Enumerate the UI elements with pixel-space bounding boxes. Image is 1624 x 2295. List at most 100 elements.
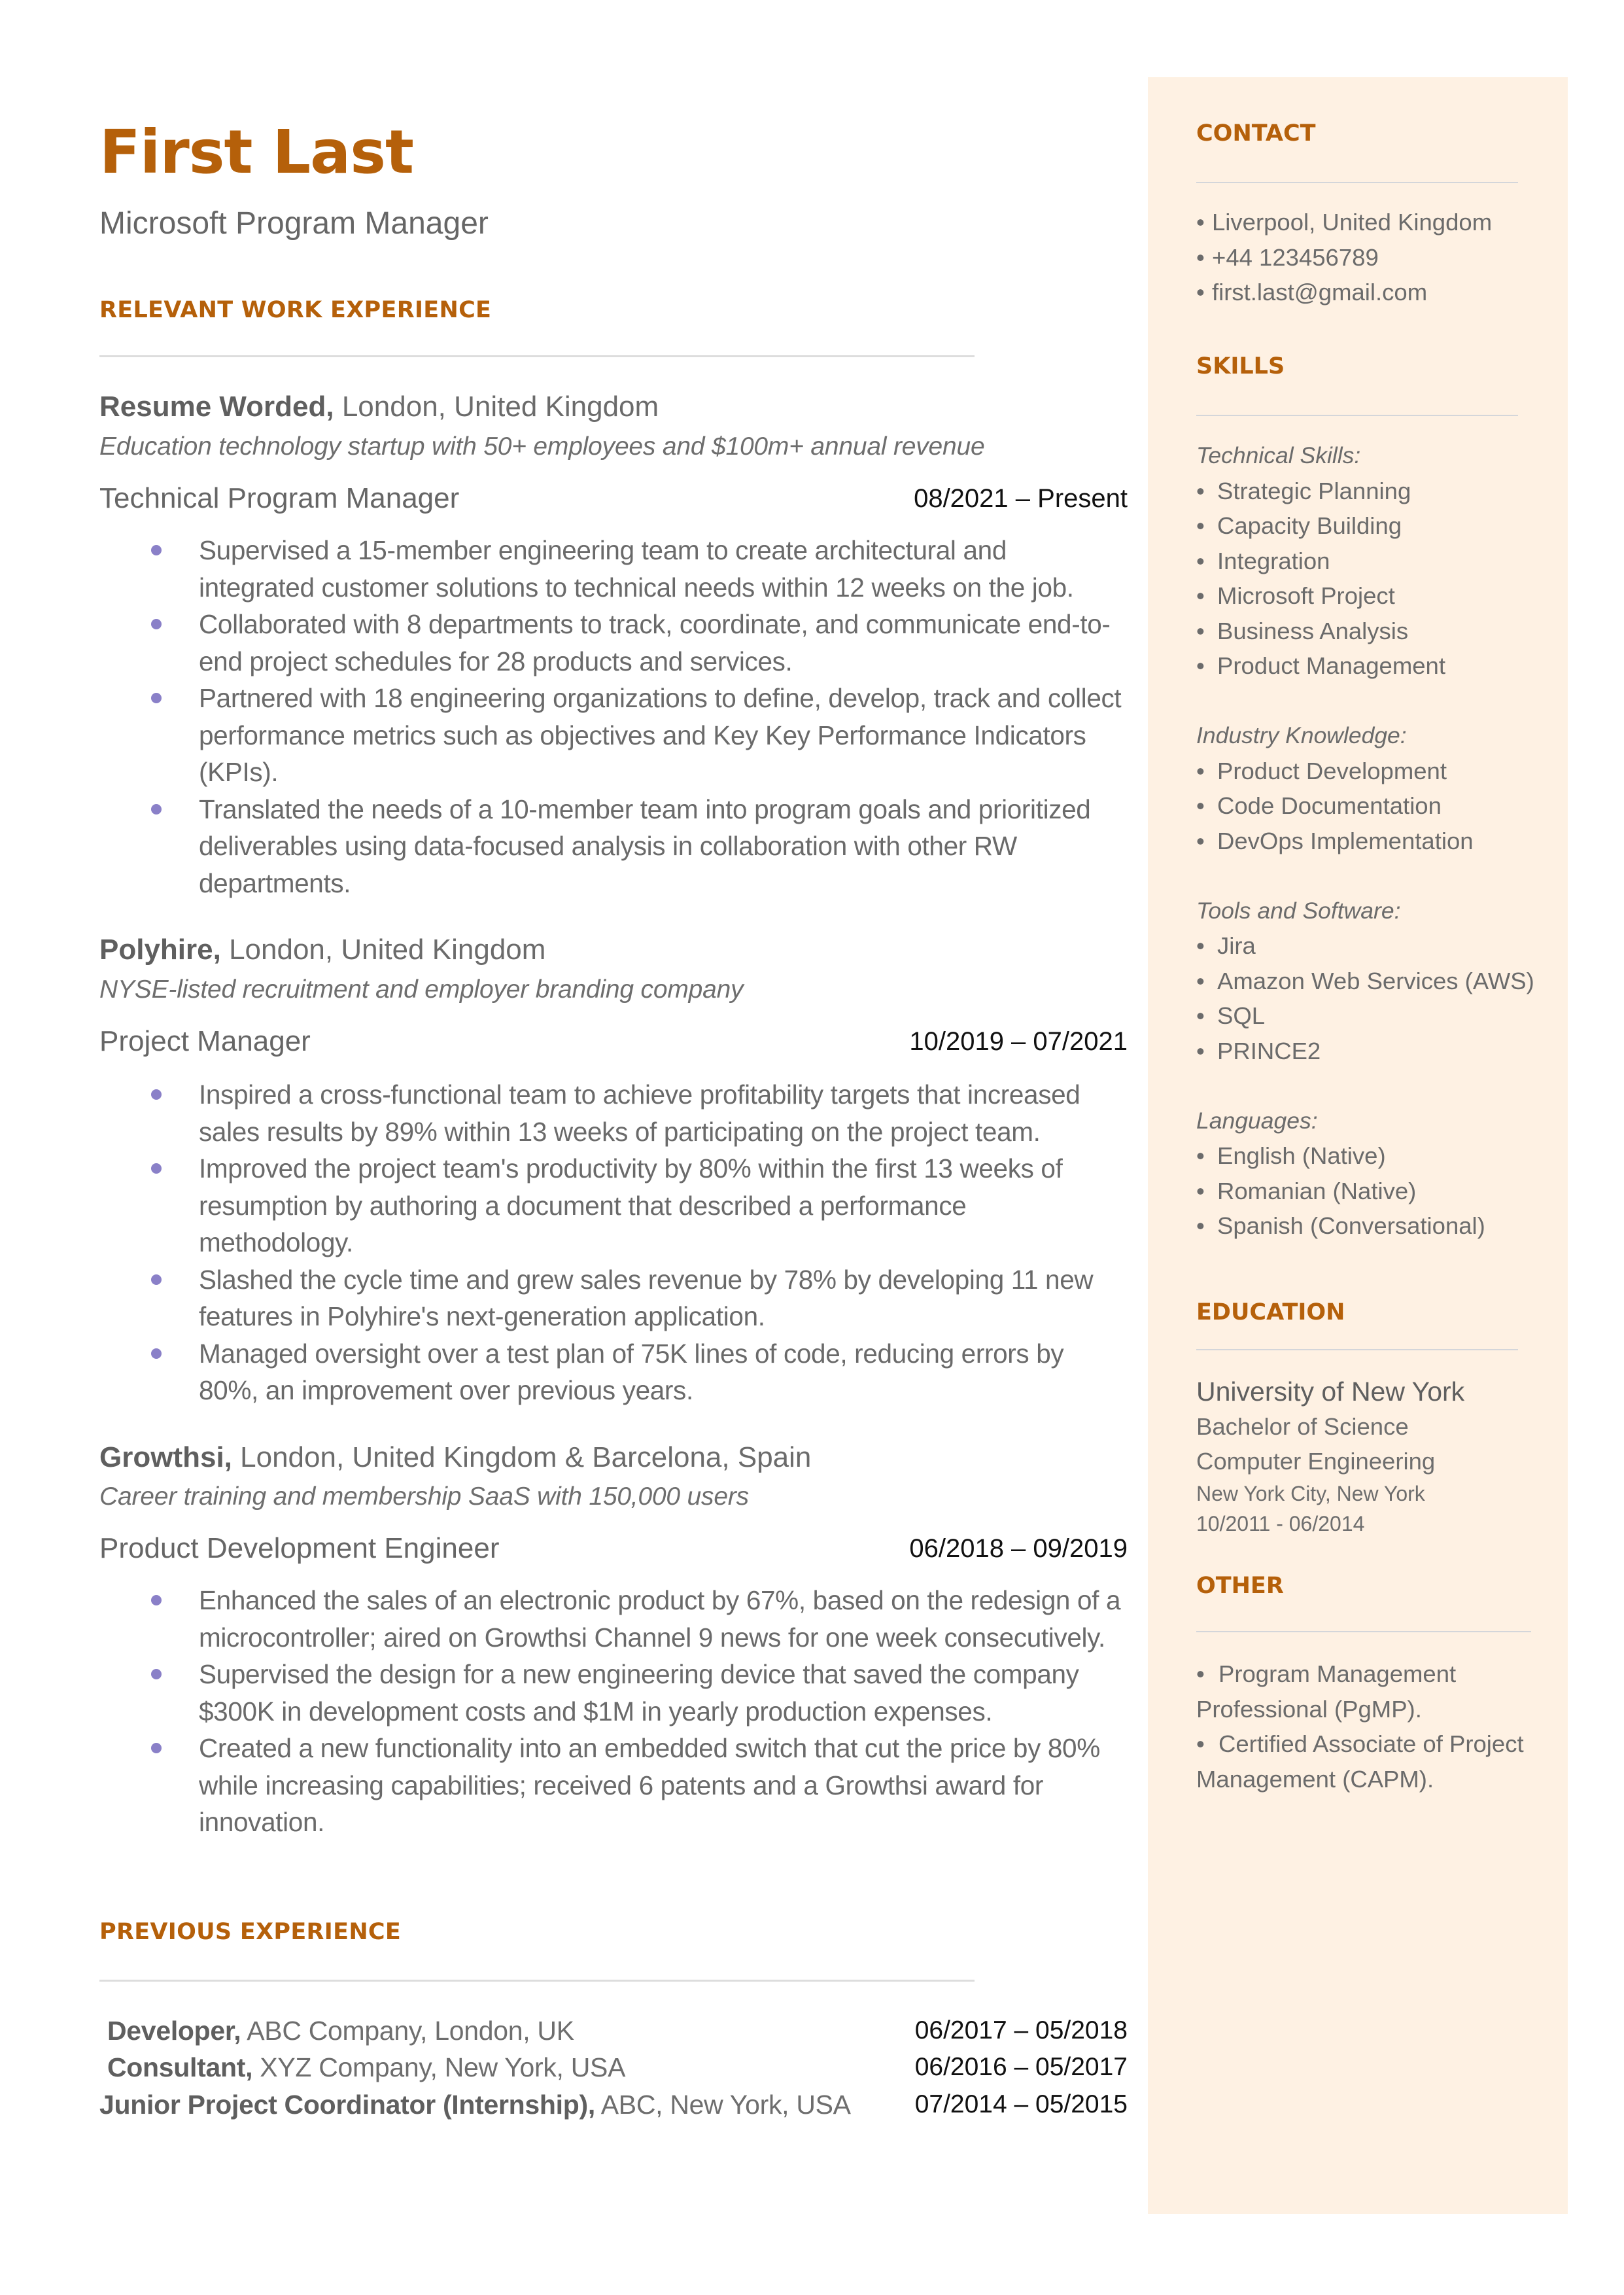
achievement-item: Translated the needs of a 10-member team… — [99, 791, 1128, 902]
skill-item: • SQL — [1196, 998, 1563, 1034]
bullet-icon: • — [1196, 757, 1205, 784]
role-title: Project Manager — [99, 1025, 311, 1057]
bullet-dot-icon — [151, 1743, 162, 1753]
skill-item: • Amazon Web Services (AWS) — [1196, 964, 1563, 999]
previous-dates: 06/2016 – 05/2017 — [914, 2053, 1128, 2081]
skill-text: DevOps Implementation — [1217, 827, 1474, 854]
role-row: Technical Program Manager 08/2021 – Pres… — [99, 480, 1128, 517]
achievement-item: Supervised a 15-member engineering team … — [99, 532, 1128, 606]
skills-groups: Technical Skills: • Strategic Planning • C… — [1196, 438, 1563, 1244]
skills-list: • Jira • Amazon Web Services (AWS) • SQL • P… — [1196, 928, 1563, 1068]
skills-category-label: Languages: — [1196, 1107, 1318, 1134]
contact-location: • Liverpool, United Kingdom — [1196, 205, 1563, 240]
sidebar: CONTACT • Liverpool, United Kingdom • +44 … — [1148, 77, 1568, 2214]
contact-list: • Liverpool, United Kingdom • +44 12345678… — [1196, 205, 1563, 310]
skill-item: • Code Documentation — [1196, 788, 1563, 824]
bullet-dot-icon — [151, 1595, 162, 1605]
section-heading-work-experience: RELEVANT WORK EXPERIENCE — [99, 297, 492, 323]
sidebar-divider — [1196, 182, 1518, 183]
achievement-item: Created a new functionality into an embe… — [99, 1730, 1128, 1841]
achievement-text: Slashed the cycle time and grew sales re… — [199, 1264, 1094, 1332]
bullet-dot-icon — [151, 1348, 162, 1359]
previous-role: Junior Project Coordinator (Internship), — [99, 2090, 595, 2120]
skill-text: SQL — [1217, 1002, 1266, 1029]
skill-text: Product Management — [1217, 652, 1445, 679]
certification-text: Certified Associate of Project Managemen… — [1196, 1730, 1524, 1793]
email-link[interactable]: first.last@gmail.com — [1212, 279, 1427, 306]
previous-experience-text: Junior Project Coordinator (Internship),… — [99, 2086, 851, 2123]
skill-item: • English (Native) — [1196, 1138, 1563, 1174]
contact-location-text: Liverpool, United Kingdom — [1212, 209, 1493, 236]
skill-item: • Jira — [1196, 928, 1563, 964]
achievement-item: Partnered with 18 engineering organizati… — [99, 680, 1128, 791]
achievement-text: Partnered with 18 engineering organizati… — [199, 683, 1122, 787]
contact-phone-text: +44 123456789 — [1212, 243, 1379, 271]
role-row: Project Manager 10/2019 – 07/2021 — [99, 1023, 1128, 1060]
achievement-item: Collaborated with 8 departments to track… — [99, 606, 1128, 680]
skill-item: • DevOps Implementation — [1196, 824, 1563, 859]
sidebar-divider — [1196, 1631, 1531, 1632]
certification-item: • Certified Associate of Project Manageme… — [1196, 1726, 1549, 1796]
skill-text: Romanian (Native) — [1217, 1177, 1417, 1204]
company-line: Resume Worded, London, United Kingdom — [99, 389, 659, 425]
bullet-icon: • — [1196, 617, 1205, 644]
skill-item: • PRINCE2 — [1196, 1034, 1563, 1069]
skill-text: Amazon Web Services (AWS) — [1217, 967, 1534, 994]
company-location: London, United Kingdom & Barcelona, Spai… — [232, 1441, 812, 1473]
achievement-text: Enhanced the sales of an electronic prod… — [199, 1585, 1121, 1653]
previous-experience-text: Developer, ABC Company, London, UK — [107, 2012, 574, 2049]
achievement-text: Created a new functionality into an embe… — [199, 1733, 1100, 1837]
previous-role: Consultant, — [107, 2052, 253, 2082]
achievement-item: Inspired a cross-functional team to achi… — [99, 1076, 1128, 1150]
education-degree: Bachelor of Science — [1196, 1413, 1409, 1440]
previous-dates: 06/2017 – 05/2018 — [914, 2016, 1128, 2044]
skill-text: PRINCE2 — [1217, 1037, 1321, 1064]
skills-category-label: Industry Knowledge: — [1196, 722, 1407, 748]
bullet-dot-icon — [151, 1274, 162, 1285]
bullet-icon: • — [1196, 652, 1205, 679]
bullet-icon: • — [1196, 1212, 1205, 1239]
sidebar-heading-contact: CONTACT — [1196, 120, 1316, 147]
bullet-icon: • — [1196, 1660, 1205, 1687]
bullet-dot-icon — [151, 1163, 162, 1174]
sidebar-heading-other: OTHER — [1196, 1573, 1284, 1599]
skill-item: • Spanish (Conversational) — [1196, 1208, 1563, 1244]
bullet-icon: • — [1196, 547, 1205, 574]
skill-text: Product Development — [1217, 757, 1447, 784]
candidate-name: First Last — [99, 117, 414, 187]
company-name: Polyhire, — [99, 934, 221, 966]
role-title: Technical Program Manager — [99, 482, 460, 514]
skill-text: Strategic Planning — [1217, 477, 1411, 504]
company-line: Polyhire, London, United Kingdom — [99, 932, 545, 968]
skill-item: • Product Development — [1196, 754, 1563, 789]
bullet-dot-icon — [151, 803, 162, 815]
previous-company: ABC Company, London, UK — [241, 2016, 574, 2046]
previous-role: Developer, — [107, 2016, 241, 2046]
section-divider — [99, 355, 975, 357]
company-line: Growthsi, London, United Kingdom & Barce… — [99, 1439, 811, 1476]
bullet-dot-icon — [151, 619, 162, 629]
bullet-icon: • — [1196, 1037, 1205, 1064]
bullet-dot-icon — [151, 1669, 162, 1679]
certification-item: • Program Management Professional (PgMP). — [1196, 1656, 1549, 1726]
contact-email: • first.last@gmail.com — [1196, 275, 1563, 310]
skills-category-label: Technical Skills: — [1196, 442, 1361, 468]
skill-text: Jira — [1217, 932, 1256, 959]
bullet-icon: • — [1196, 792, 1205, 819]
achievement-text: Collaborated with 8 departments to track… — [199, 609, 1111, 676]
achievement-item: Enhanced the sales of an electronic prod… — [99, 1582, 1128, 1656]
skill-item: • Romanian (Native) — [1196, 1174, 1563, 1209]
bullet-icon: • — [1196, 1730, 1205, 1757]
bullet-icon: • — [1196, 243, 1205, 271]
achievement-text: Supervised a 15-member engineering team … — [199, 535, 1074, 603]
education-dates: 10/2011 - 06/2014 — [1196, 1512, 1365, 1535]
bullet-icon: • — [1196, 1177, 1205, 1204]
bullet-icon: • — [1196, 279, 1205, 306]
role-row: Product Development Engineer 06/2018 – 0… — [99, 1530, 1128, 1567]
previous-experience-text: Consultant, XYZ Company, New York, USA — [107, 2049, 625, 2086]
bullet-icon: • — [1196, 967, 1205, 994]
previous-company: XYZ Company, New York, USA — [252, 2052, 626, 2082]
